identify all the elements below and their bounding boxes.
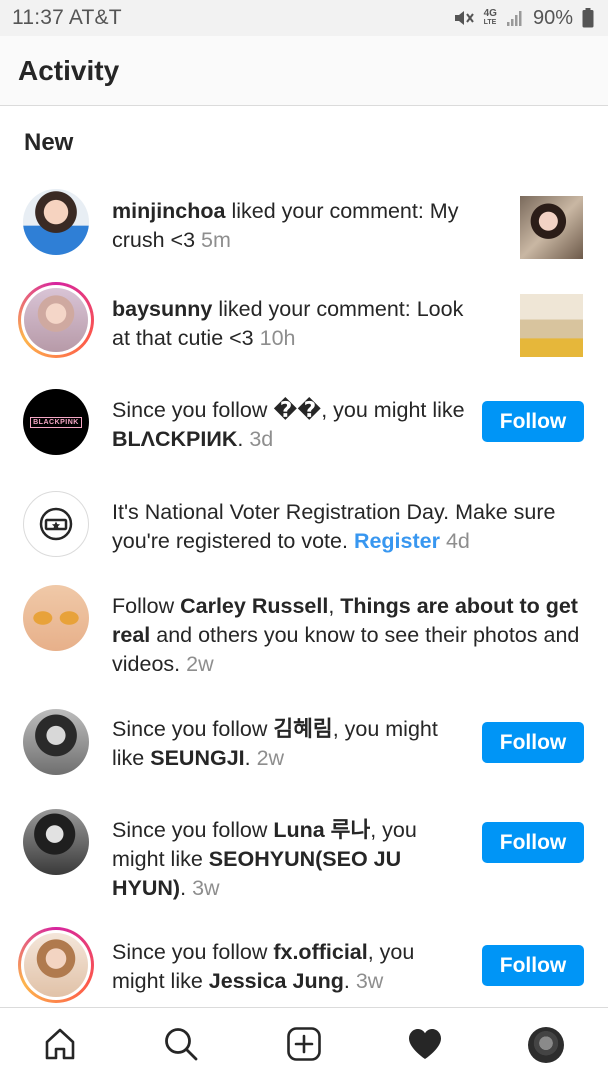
status-bar: 11:37 AT&T 4G LTE 90% — [0, 0, 608, 36]
page-title: Activity — [18, 54, 120, 86]
notification-time: 2w — [186, 652, 214, 676]
status-icons: 4G LTE 90% — [453, 7, 594, 30]
heart-icon[interactable] — [405, 1024, 445, 1064]
search-icon[interactable] — [161, 1024, 201, 1064]
follow-button[interactable]: Follow — [482, 822, 584, 863]
voter-badge-icon — [23, 491, 89, 557]
notification-text: It's National Voter Registration Day. Ma… — [112, 500, 556, 553]
notification-text: Since you follow ��, you might like BLΛC… — [112, 398, 465, 451]
notification-text: Since you follow 김혜림, you might like SEU… — [112, 717, 438, 770]
activity-feed[interactable]: New minjinchoa liked your comment: My cr… — [0, 107, 608, 1007]
notification-username[interactable]: baysunny — [112, 297, 212, 321]
notification-time: 5m — [201, 228, 231, 252]
network-icon: 4G LTE — [483, 8, 497, 27]
activity-header: Activity — [0, 36, 608, 106]
register-link[interactable]: Register — [354, 529, 440, 553]
signal-icon — [506, 9, 524, 27]
add-post-icon[interactable] — [284, 1024, 324, 1064]
follow-button[interactable]: Follow — [482, 945, 584, 986]
avatar-minjinchoa[interactable] — [23, 189, 89, 255]
avatar-seungji[interactable] — [23, 709, 89, 775]
notification-text: Since you follow fx.official, you might … — [112, 940, 415, 993]
status-time-carrier: 11:37 AT&T — [12, 6, 122, 29]
follow-button[interactable]: Follow — [482, 401, 584, 442]
notification-time: 4d — [445, 529, 470, 553]
notification-text: Follow Carley Russell, Things are about … — [112, 594, 580, 676]
notification-text: baysunny liked your comment: Look at tha… — [112, 297, 464, 350]
follow-button[interactable]: Follow — [482, 722, 584, 763]
bottom-navigation — [0, 1007, 608, 1080]
notification-time: 2w — [256, 746, 285, 770]
notification-time: 3d — [249, 427, 274, 451]
post-thumbnail[interactable] — [520, 294, 583, 357]
section-title-new: New — [24, 129, 74, 156]
notification-time: 3w — [355, 969, 384, 993]
battery-icon — [582, 8, 594, 28]
notification-time: 3w — [192, 876, 220, 900]
notification-text: minjinchoa liked your comment: My crush … — [112, 199, 459, 252]
home-icon[interactable] — [40, 1024, 80, 1064]
profile-avatar[interactable] — [528, 1027, 564, 1063]
avatar-seohyun[interactable] — [23, 809, 89, 875]
avatar-baysunny[interactable] — [18, 282, 94, 358]
notification-time: 10h — [259, 326, 296, 350]
battery-percent: 90% — [532, 6, 573, 29]
mute-icon — [453, 8, 475, 28]
notification-text: Since you follow Luna 루나, you might like… — [112, 818, 417, 900]
avatar-fx-official[interactable] — [18, 927, 94, 1003]
avatar-blackpink[interactable]: BLACKPINK — [23, 389, 89, 455]
avatar-carley-russell[interactable] — [23, 585, 89, 651]
notification-username[interactable]: minjinchoa — [112, 199, 225, 223]
post-thumbnail[interactable] — [520, 196, 583, 259]
